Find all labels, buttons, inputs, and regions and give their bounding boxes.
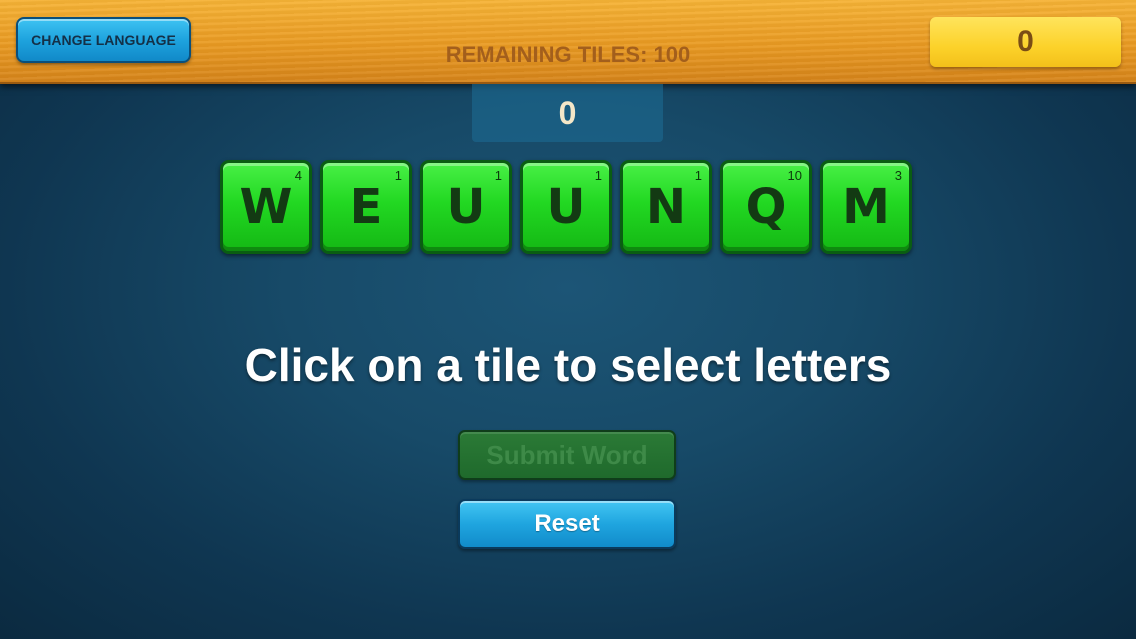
- top-bar: CHANGE LANGUAGE REMAINING TILES: 100 0: [0, 0, 1136, 84]
- submit-word-button[interactable]: Submit Word: [458, 430, 676, 480]
- tile-letter: U: [446, 179, 486, 235]
- letter-tile[interactable]: U 1: [420, 160, 512, 254]
- tile-points: 1: [594, 168, 602, 183]
- tile-letter: N: [645, 179, 687, 235]
- total-score: 0: [930, 17, 1121, 67]
- change-language-button[interactable]: CHANGE LANGUAGE: [16, 17, 191, 63]
- reset-button[interactable]: Reset: [458, 499, 676, 549]
- word-score: 0: [472, 84, 663, 142]
- letter-tile[interactable]: W 4: [220, 160, 312, 254]
- tile-points: 10: [787, 168, 802, 183]
- tile-letter: W: [239, 179, 293, 235]
- letter-tile[interactable]: N 1: [620, 160, 712, 254]
- tile-points: 1: [394, 168, 402, 183]
- letter-tile[interactable]: E 1: [320, 160, 412, 254]
- tile-points: 1: [694, 168, 702, 183]
- tile-letter: M: [842, 179, 890, 235]
- remaining-tiles-label: REMAINING TILES: 100: [445, 42, 691, 67]
- instruction-text: Click on a tile to select letters: [244, 339, 892, 391]
- letter-tile[interactable]: M 3: [820, 160, 912, 254]
- tile-points: 4: [294, 168, 302, 183]
- tile-letter: U: [546, 179, 586, 235]
- tile-letter: Q: [745, 179, 787, 235]
- tile-points: 1: [494, 168, 502, 183]
- letter-tile[interactable]: U 1: [520, 160, 612, 254]
- tile-letter: E: [349, 179, 383, 235]
- tile-points: 3: [894, 168, 902, 183]
- letter-rack: W 4 E 1 U 1 U 1 N 1 Q 10 M 3: [220, 160, 912, 254]
- game-screen: CHANGE LANGUAGE REMAINING TILES: 100 0 0…: [0, 0, 1136, 639]
- letter-tile[interactable]: Q 10: [720, 160, 812, 254]
